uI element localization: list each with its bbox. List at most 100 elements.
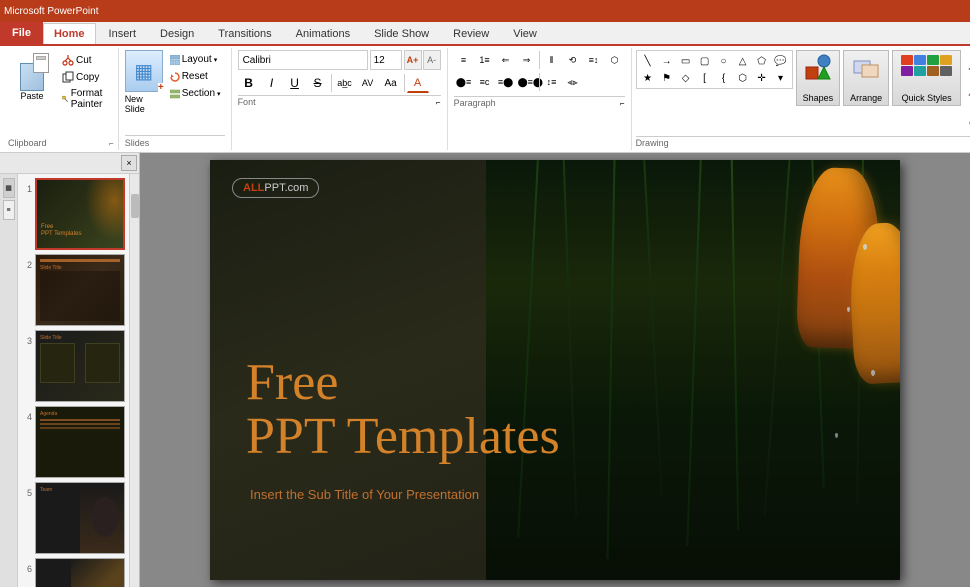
arrange-button[interactable]: Arrange	[843, 50, 889, 106]
slide-thumb-2[interactable]: 2 Slide Title	[22, 254, 125, 326]
shape-line[interactable]: ╲	[639, 53, 657, 69]
align-center-button[interactable]: ≡c	[475, 72, 495, 92]
align-left-button[interactable]: ⬤≡	[454, 72, 474, 92]
section-button[interactable]: Section ▾	[166, 86, 225, 101]
font-color-button[interactable]: A	[407, 73, 429, 93]
shape-star[interactable]: ★	[639, 70, 657, 86]
shape-fill-button[interactable]: Shape Fill ▾	[964, 52, 970, 78]
italic-button[interactable]: I	[261, 73, 283, 93]
shape-diamond[interactable]: ◇	[677, 70, 695, 86]
shapes-button[interactable]: Shapes	[796, 50, 841, 106]
tab-transitions[interactable]: Transitions	[207, 23, 282, 44]
slides-panel: × ▦ ≡ 1 Free PPT Template	[0, 153, 140, 587]
text-direction-button[interactable]: ⟲	[563, 50, 583, 70]
slide-preview-5[interactable]: Team	[35, 482, 125, 554]
justify-button[interactable]: ⬤≡⬤	[517, 72, 537, 92]
paragraph-group-label: Paragraph	[454, 98, 496, 108]
columns-button[interactable]: ⫷⫸	[563, 72, 583, 92]
shape-pentagon[interactable]: ⬠	[753, 53, 771, 69]
drawing-group: ╲ → ▭ ▢ ○ △ ⬠ 💬 ★ ⚑ ◇ [ {	[632, 48, 970, 150]
shape-rect[interactable]: ▭	[677, 53, 695, 69]
format-painter-button[interactable]: Format Painter	[58, 86, 112, 112]
panel-scrollbar[interactable]	[129, 174, 139, 587]
font-size-input[interactable]	[370, 50, 402, 70]
panel-scroll-thumb[interactable]	[131, 194, 139, 218]
file-tab[interactable]: File	[0, 22, 43, 44]
tab-home[interactable]: Home	[43, 23, 96, 44]
slide-thumb-1[interactable]: 1 Free PPT Templates	[22, 178, 125, 250]
slide-thumb-5[interactable]: 5 Team	[22, 482, 125, 554]
increase-font-button[interactable]: A+	[404, 50, 422, 70]
main-slide[interactable]: ALLPPT.com Free PPT Templates Insert the…	[210, 160, 900, 580]
shape-banner[interactable]: ⚑	[658, 70, 676, 86]
tab-review[interactable]: Review	[442, 23, 500, 44]
shape-effects-button[interactable]: Shape Effects ▾	[964, 110, 970, 136]
tab-slideshow[interactable]: Slide Show	[363, 23, 440, 44]
slide-thumb-4[interactable]: 4 Agenda	[22, 406, 125, 478]
clipboard-group-label: Clipboard	[8, 138, 47, 148]
tab-insert[interactable]: Insert	[98, 23, 148, 44]
copy-button[interactable]: Copy	[58, 69, 112, 85]
slide-preview-1[interactable]: Free PPT Templates	[35, 178, 125, 250]
paragraph-dialog-launcher[interactable]: ⌐	[620, 99, 625, 108]
change-case-button[interactable]: Aa	[380, 73, 402, 93]
shape-callout[interactable]: 💬	[772, 53, 790, 69]
slide-preview-6[interactable]: Thank You	[35, 558, 125, 587]
layout-button[interactable]: Layout ▾	[166, 52, 225, 67]
slide-thumb-3[interactable]: 3 Slide Title	[22, 330, 125, 402]
cut-button[interactable]: Cut	[58, 52, 112, 68]
format-painter-label: Format Painter	[71, 88, 108, 110]
shape-cross[interactable]: ✛	[753, 70, 771, 86]
slide-view-tab[interactable]: ▦	[3, 178, 15, 198]
strikethrough-button[interactable]: S	[307, 73, 329, 93]
convert-smartart-button[interactable]: ⬡	[605, 50, 625, 70]
shape-circle[interactable]: ○	[715, 53, 733, 69]
slide-num-3: 3	[22, 336, 32, 346]
tab-view[interactable]: View	[502, 23, 548, 44]
slide-subtitle: Insert the Sub Title of Your Presentatio…	[250, 487, 479, 502]
decrease-font-button[interactable]: A-	[423, 50, 441, 70]
slide-preview-3[interactable]: Slide Title	[35, 330, 125, 402]
text-shadow-button[interactable]: ab̲c	[334, 73, 356, 93]
slide-preview-2[interactable]: Slide Title	[35, 254, 125, 326]
underline-button[interactable]: U	[284, 73, 306, 93]
cut-label: Cut	[76, 55, 92, 66]
reset-button[interactable]: Reset	[166, 69, 225, 84]
align-text-button[interactable]: ≡↕	[584, 50, 604, 70]
shape-bracket[interactable]: [	[696, 70, 714, 86]
tab-design[interactable]: Design	[149, 23, 205, 44]
paragraph-group: ≡ 1≡ ⇐ ⇒ ⫴ ⟲ ≡↕ ⬡ ⬤≡ ≡c ≡⬤ ⬤≡⬤ ↕≡ ⫷⫸ Par…	[448, 48, 632, 150]
logo-suffix: PPT.com	[264, 182, 308, 194]
section-icon	[170, 89, 180, 99]
font-name-input[interactable]	[238, 50, 368, 70]
column-button[interactable]: ⫴	[542, 50, 562, 70]
numbering-button[interactable]: 1≡	[475, 50, 495, 70]
clipboard-dialog-launcher[interactable]: ⌐	[109, 139, 114, 148]
shape-triangle[interactable]: △	[734, 53, 752, 69]
quick-styles-button[interactable]: Quick Styles	[892, 50, 961, 106]
slide-preview-4[interactable]: Agenda	[35, 406, 125, 478]
drawing-group-label: Drawing	[636, 136, 970, 148]
char-spacing-button[interactable]: AV	[357, 73, 379, 93]
decrease-indent-button[interactable]: ⇐	[496, 50, 516, 70]
bullets-button[interactable]: ≡	[454, 50, 474, 70]
new-slide-button[interactable]: ▦ + New Slide	[125, 50, 163, 135]
slide-thumb-6[interactable]: 6 Thank You	[22, 558, 125, 587]
shape-hexagon[interactable]: ⬡	[734, 70, 752, 86]
shape-rounded-rect[interactable]: ▢	[696, 53, 714, 69]
outline-view-tab[interactable]: ≡	[3, 200, 15, 220]
line-spacing-button[interactable]: ↕≡	[542, 72, 562, 92]
bold-button[interactable]: B	[238, 73, 260, 93]
shape-brace[interactable]: {	[715, 70, 733, 86]
shape-outline-button[interactable]: Shape Outline ▾	[964, 81, 970, 107]
shape-arrow[interactable]: →	[658, 53, 676, 69]
paste-button[interactable]: Paste	[8, 50, 56, 138]
logo-prefix: ALL	[243, 182, 264, 194]
font-dialog-launcher[interactable]: ⌐	[436, 98, 441, 107]
shape-more[interactable]: ▾	[772, 70, 790, 86]
align-right-button[interactable]: ≡⬤	[496, 72, 516, 92]
shape-side-buttons: Shape Fill ▾ Shape Outline ▾	[964, 50, 970, 136]
slides-panel-close[interactable]: ×	[121, 155, 137, 171]
increase-indent-button[interactable]: ⇒	[517, 50, 537, 70]
tab-animations[interactable]: Animations	[285, 23, 361, 44]
